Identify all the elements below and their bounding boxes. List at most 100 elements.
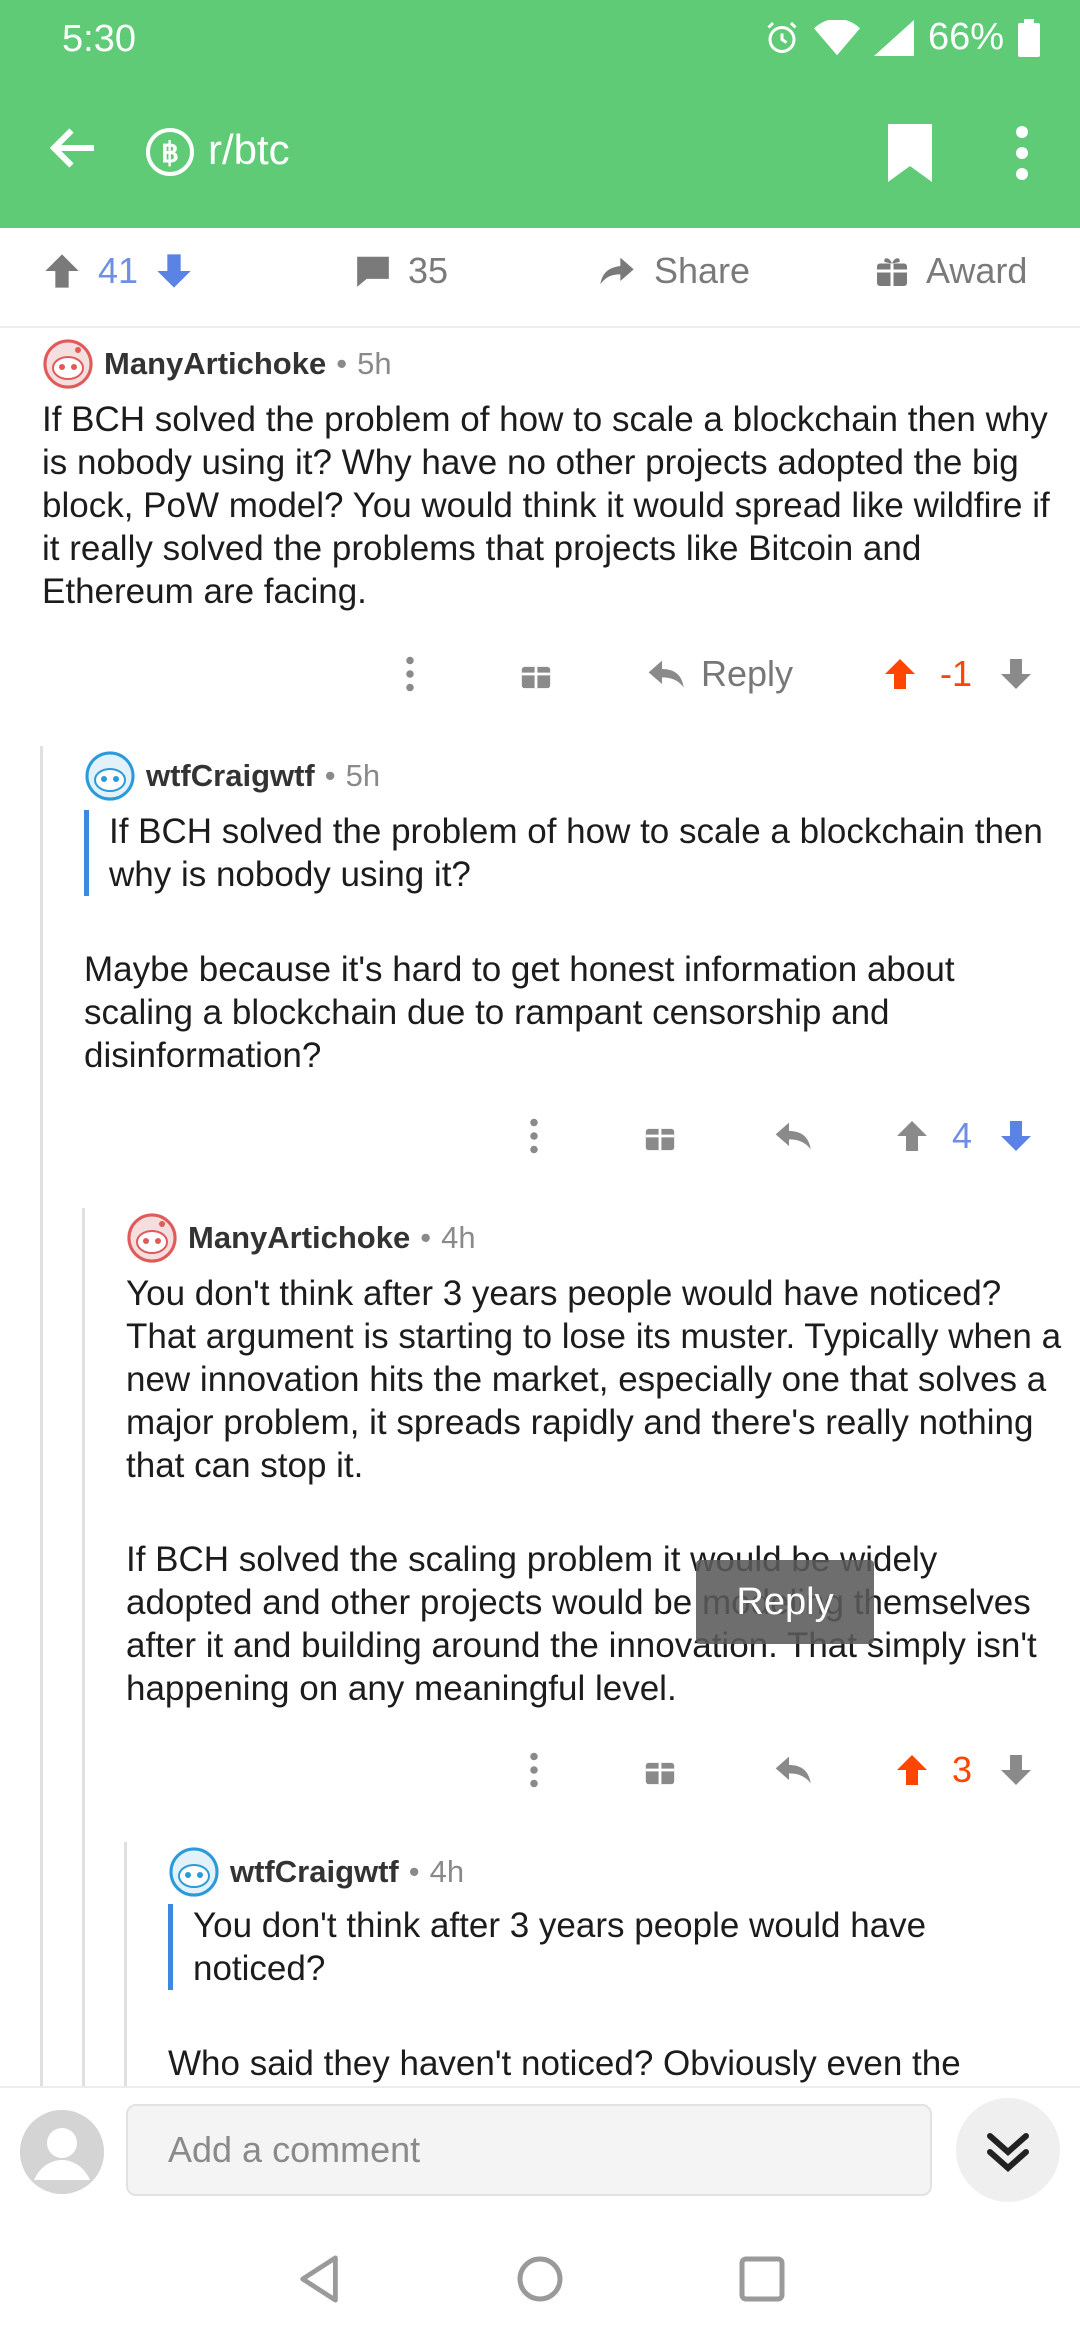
post-vote-group: 41 — [42, 250, 194, 292]
comment-author[interactable]: wtfCraigwtf — [146, 758, 315, 794]
reply-button[interactable] — [764, 1106, 824, 1166]
downvote-button[interactable] — [994, 644, 1038, 704]
app-header: 5:30 66% ฿ r/btc — [0, 0, 1080, 228]
snoo-avatar-icon[interactable] — [84, 750, 136, 802]
upvote-icon — [885, 659, 915, 689]
status-time: 5:30 — [62, 18, 136, 60]
wifi-icon — [813, 19, 860, 55]
signal-icon — [873, 19, 914, 56]
comment-award-button[interactable] — [506, 644, 566, 704]
nav-recents-icon[interactable] — [738, 2254, 786, 2304]
thread-line[interactable] — [124, 1842, 127, 2086]
comment-body: Maybe because it's hard to get honest in… — [84, 950, 955, 1075]
comment-icon — [357, 256, 389, 287]
more-options-icon[interactable] — [1000, 124, 1044, 182]
post-score: 41 — [98, 250, 139, 291]
comment-meta: wtfCraigwtf • 5h — [84, 750, 380, 802]
more-vertical-icon — [406, 656, 414, 692]
meta-separator: • — [336, 346, 348, 381]
comment-meta: ManyArtichoke • 4h — [126, 1212, 476, 1264]
thread-line[interactable] — [40, 746, 43, 2086]
reply-icon — [775, 1756, 811, 1784]
back-arrow-icon[interactable] — [44, 118, 104, 178]
reply-icon — [775, 1122, 811, 1150]
meta-separator: • — [408, 1854, 420, 1889]
nav-back-icon[interactable] — [296, 2254, 344, 2304]
comment-quote: You don't think after 3 years people wou… — [168, 1904, 1053, 1990]
award-button[interactable]: Award — [874, 250, 1027, 292]
comment-age: 5h — [345, 758, 381, 793]
comment-actions: Reply -1 — [0, 644, 1080, 704]
reply-tooltip: Reply — [696, 1560, 874, 1644]
gift-icon — [521, 666, 551, 689]
comment-body-paragraph: If BCH solved the scaling problem it wou… — [126, 1540, 1037, 1708]
more-vertical-icon — [530, 1752, 538, 1788]
share-label: Share — [654, 250, 751, 291]
upvote-icon — [897, 1755, 927, 1785]
share-icon — [600, 257, 634, 285]
upvote-button[interactable] — [890, 1106, 934, 1166]
comment-more-button[interactable] — [506, 1106, 562, 1166]
gift-icon — [877, 258, 907, 286]
share-button[interactable]: Share — [596, 250, 750, 292]
upvote-icon[interactable] — [42, 251, 82, 291]
downvote-button[interactable] — [994, 1106, 1038, 1166]
meta-separator: • — [420, 1220, 432, 1255]
bookmark-icon[interactable] — [888, 124, 932, 182]
reply-button[interactable] — [764, 1740, 824, 1800]
comment-actions: 4 — [0, 1106, 1080, 1166]
subreddit-icon: ฿ — [146, 128, 194, 176]
comment-author[interactable]: ManyArtichoke — [188, 1220, 410, 1256]
award-label: Award — [926, 250, 1028, 291]
comment-actions: 3 — [0, 1740, 1080, 1800]
snoo-avatar-icon[interactable] — [126, 1212, 178, 1264]
snoo-avatar-icon[interactable] — [168, 1846, 220, 1898]
comment-age: 4h — [429, 1854, 465, 1889]
post-action-bar: 41 35 Share Award — [0, 228, 1080, 328]
comment-count: 35 — [408, 250, 449, 291]
downvote-button[interactable] — [994, 1740, 1038, 1800]
downvote-icon[interactable] — [154, 251, 194, 291]
upvote-button[interactable] — [878, 644, 922, 704]
subreddit-name[interactable]: r/btc — [208, 126, 290, 174]
system-nav-bar — [0, 2220, 1080, 2340]
comment-body: You don't think after 3 years people wou… — [126, 1274, 1062, 1485]
battery-icon — [1018, 18, 1040, 57]
reply-label: Reply — [700, 653, 794, 694]
comment-body: If BCH solved the problem of how to scal… — [42, 400, 1050, 611]
reply-button[interactable]: Reply — [640, 644, 800, 704]
comment-age: 4h — [441, 1220, 476, 1255]
comment-more-button[interactable] — [506, 1740, 562, 1800]
comment-more-button[interactable] — [382, 644, 438, 704]
upvote-button[interactable] — [890, 1740, 934, 1800]
comment-author[interactable]: ManyArtichoke — [104, 346, 326, 382]
comment-award-button[interactable] — [630, 1740, 690, 1800]
downvote-icon — [1001, 659, 1031, 689]
comment-meta: wtfCraigwtf • 4h — [168, 1846, 464, 1898]
user-avatar-icon[interactable] — [20, 2110, 104, 2194]
comment-meta: ManyArtichoke • 5h — [42, 338, 392, 390]
add-comment-input[interactable]: Add a comment — [126, 2104, 932, 2196]
upvote-icon — [897, 1121, 927, 1151]
thread-line[interactable] — [82, 1208, 85, 2086]
expand-button[interactable] — [956, 2098, 1060, 2202]
more-vertical-icon — [530, 1118, 538, 1154]
double-chevron-down-icon — [987, 2133, 1029, 2173]
meta-separator: • — [324, 758, 336, 793]
reply-icon — [648, 660, 684, 688]
alarm-icon — [767, 21, 797, 53]
comment-quote: If BCH solved the problem of how to scal… — [84, 810, 1049, 896]
comment-age: 5h — [357, 346, 392, 381]
downvote-icon — [1001, 1121, 1031, 1151]
comment-award-button[interactable] — [630, 1106, 690, 1166]
snoo-avatar-icon[interactable] — [42, 338, 94, 390]
comment-author[interactable]: wtfCraigwtf — [230, 1854, 399, 1890]
comment-score: 4 — [951, 1115, 973, 1156]
status-icons: 66% — [764, 16, 1040, 59]
comments-button[interactable]: 35 — [354, 250, 448, 292]
gift-icon — [645, 1128, 675, 1151]
downvote-icon — [1001, 1755, 1031, 1785]
battery-percent: 66% — [927, 16, 1004, 58]
gift-icon — [645, 1762, 675, 1785]
nav-home-icon[interactable] — [516, 2254, 564, 2304]
